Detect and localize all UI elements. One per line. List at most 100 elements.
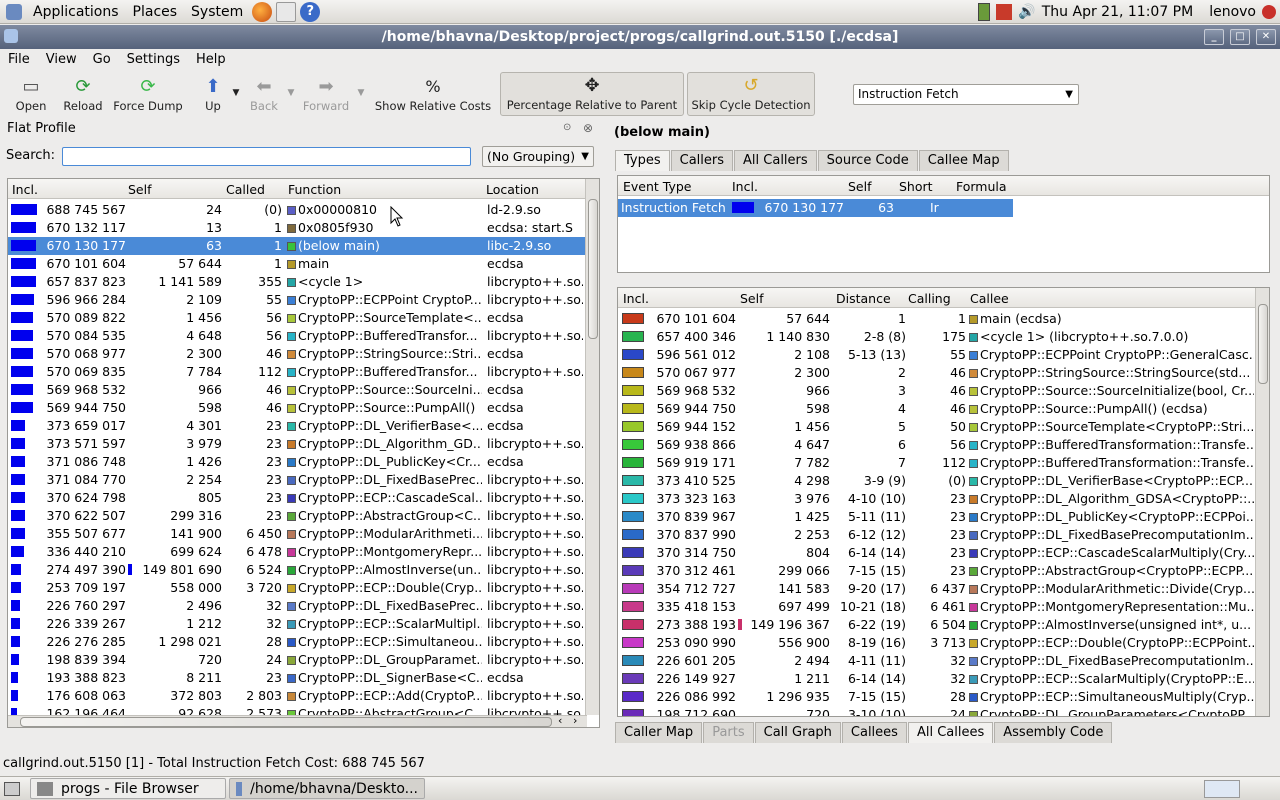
table-row[interactable]: 370 837 990 2 253 6-12 (12) 23 CryptoPP::DL_… (618, 526, 1254, 544)
table-row[interactable]: 226 276 285 1 298 021 28 CryptoPP::ECP::Sim… (8, 633, 599, 651)
table-row[interactable]: 336 440 210 699 624 6 478 CryptoPP::Montgom… (8, 543, 599, 561)
open-button[interactable]: ▭ Open (6, 72, 56, 116)
table-row[interactable]: 569 944 750 598 46 CryptoPP::Source::PumpAl… (8, 399, 599, 417)
close-window-button[interactable]: ✕ (1256, 29, 1276, 45)
event-type-row[interactable]: Instruction Fetch 670 130 177 63 Ir (618, 199, 1013, 217)
col-incl[interactable]: Incl. (732, 179, 758, 194)
table-row[interactable]: 226 149 927 1 211 6-14 (14) 32 CryptoPP::ECP… (618, 670, 1254, 688)
menu-settings[interactable]: Settings (119, 52, 188, 67)
float-icon[interactable]: ⊙ (563, 122, 571, 133)
volume-icon[interactable]: 🔊 (1018, 4, 1035, 20)
flat-hscrollbar[interactable]: ‹ › (8, 714, 587, 727)
table-row[interactable]: 569 968 532 966 3 46 CryptoPP::Source::Sourc… (618, 382, 1254, 400)
table-row[interactable]: 274 497 390 149 801 690 6 524 CryptoPP::Alm… (8, 561, 599, 579)
tab-all-callers[interactable]: All Callers (734, 150, 817, 171)
battery-icon[interactable] (978, 2, 991, 21)
table-row[interactable]: 176 608 063 372 803 2 803 CryptoPP::ECP::Ad… (8, 687, 599, 705)
tab-all-callees[interactable]: All Callees (907, 722, 994, 743)
tab-callers[interactable]: Callers (670, 150, 734, 171)
clock[interactable]: Thu Apr 21, 11:07 PM (1042, 4, 1193, 20)
col-incl[interactable]: Incl. (12, 182, 38, 197)
maximize-button[interactable]: □ (1230, 29, 1250, 45)
table-row[interactable]: 355 507 677 141 900 6 450 CryptoPP::Modular… (8, 525, 599, 543)
window-titlebar[interactable]: /home/bhavna/Desktop/project/progs/callg… (0, 25, 1280, 49)
table-row[interactable]: 570 089 822 1 456 56 CryptoPP::SourceTempla… (8, 309, 599, 327)
table-row[interactable]: 370 312 461 299 066 7-15 (15) 23 CryptoPP::A… (618, 562, 1254, 580)
table-row[interactable]: 193 388 823 8 211 23 CryptoPP::DL_SignerBas… (8, 669, 599, 687)
tab-callees[interactable]: Callees (841, 722, 907, 743)
reload-button[interactable]: ⟳ Reload (56, 72, 110, 116)
table-row[interactable]: 569 944 750 598 4 46 CryptoPP::Source::PumpA… (618, 400, 1254, 418)
table-row[interactable]: 354 712 727 141 583 9-20 (17) 6 437 CryptoPP… (618, 580, 1254, 598)
menu-help[interactable]: Help (188, 52, 234, 67)
user-menu[interactable]: lenovo (1209, 4, 1256, 20)
col-calling[interactable]: Calling (908, 291, 951, 306)
system-menu[interactable]: System (184, 0, 250, 24)
scroll-left-icon[interactable]: ‹ (558, 714, 562, 727)
col-self[interactable]: Self (848, 179, 872, 194)
tab-parts[interactable]: Parts (703, 722, 754, 743)
table-row[interactable]: 370 314 750 804 6-14 (14) 23 CryptoPP::ECP::… (618, 544, 1254, 562)
up-button[interactable]: ⬆ Up (198, 72, 228, 116)
table-row[interactable]: 198 839 394 720 24 CryptoPP::DL_GroupParame… (8, 651, 599, 669)
table-row[interactable]: 371 084 770 2 254 23 CryptoPP::DL_FixedBase… (8, 471, 599, 489)
table-row[interactable]: 370 624 798 805 23 CryptoPP::ECP::CascadeSc… (8, 489, 599, 507)
tab-caller-map[interactable]: Caller Map (615, 722, 703, 743)
table-row[interactable]: 370 622 507 299 316 23 CryptoPP::AbstractGr… (8, 507, 599, 525)
mail-icon[interactable] (276, 1, 297, 22)
scroll-right-icon[interactable]: › (573, 714, 577, 727)
back-button[interactable]: ⬅ Back (244, 72, 284, 116)
col-self[interactable]: Self (740, 291, 764, 306)
flat-hscroll-thumb[interactable] (20, 717, 552, 727)
shutdown-icon[interactable] (1262, 4, 1276, 19)
tab-call-graph[interactable]: Call Graph (754, 722, 841, 743)
table-row[interactable]: 570 068 977 2 300 46 CryptoPP::StringSource… (8, 345, 599, 363)
taskbar-file-browser[interactable]: progs - File Browser (30, 778, 226, 799)
col-incl[interactable]: Incl. (623, 291, 649, 306)
workspace-switcher[interactable] (1204, 779, 1240, 798)
tab-assembly-code[interactable]: Assembly Code (994, 722, 1113, 743)
forward-dropdown[interactable]: ▼ (354, 72, 368, 116)
table-row[interactable]: 253 709 197 558 000 3 720 CryptoPP::ECP::Do… (8, 579, 599, 597)
applications-menu[interactable]: Applications (26, 0, 126, 24)
forward-button[interactable]: ➡ Forward (298, 72, 354, 116)
search-input[interactable] (62, 147, 471, 166)
table-row[interactable]: 670 101 604 57 644 1 main ecdsa (8, 255, 599, 273)
tab-types[interactable]: Types (615, 150, 670, 171)
tab-source-code[interactable]: Source Code (817, 150, 918, 171)
up-dropdown[interactable]: ▼ (228, 72, 244, 116)
firefox-icon[interactable] (252, 1, 273, 22)
minimize-button[interactable]: _ (1204, 29, 1224, 45)
col-formula[interactable]: Formula (956, 179, 1007, 194)
table-row[interactable]: 226 339 267 1 212 32 CryptoPP::ECP::ScalarM… (8, 615, 599, 633)
col-location[interactable]: Location (486, 182, 539, 197)
table-row[interactable]: 373 410 525 4 298 3-9 (9) (0) CryptoPP::DL_V… (618, 472, 1254, 490)
menu-go[interactable]: Go (85, 52, 119, 67)
force-dump-button[interactable]: ⟳ Force Dump (110, 72, 186, 116)
table-row[interactable]: 670 132 117 13 1 0x0805f930 ecdsa: start.S (8, 219, 599, 237)
table-row[interactable]: 596 966 284 2 109 55 CryptoPP::ECPPoint Cry… (8, 291, 599, 309)
col-distance[interactable]: Distance (836, 291, 891, 306)
table-row[interactable]: 570 069 835 7 784 112 CryptoPP::BufferedTra… (8, 363, 599, 381)
flat-vscrollbar[interactable] (585, 179, 599, 715)
menu-file[interactable]: File (0, 52, 38, 67)
skip-cycle-detection-button[interactable]: ↺ Skip Cycle Detection (687, 72, 815, 116)
table-row[interactable]: 569 968 532 966 46 CryptoPP::Source::Source… (8, 381, 599, 399)
col-callee[interactable]: Callee (970, 291, 1009, 306)
table-row[interactable]: 596 561 012 2 108 5-13 (13) 55 CryptoPP::ECP… (618, 346, 1254, 364)
table-row[interactable]: 570 084 535 4 648 56 CryptoPP::BufferedTran… (8, 327, 599, 345)
table-row[interactable]: 688 745 567 24 (0) 0x00000810 ld-2.9.so (8, 201, 599, 219)
places-menu[interactable]: Places (126, 0, 185, 24)
percentage-relative-button[interactable]: ✥ Percentage Relative to Parent (500, 72, 684, 116)
table-row[interactable]: 569 944 152 1 456 5 50 CryptoPP::SourceTempl… (618, 418, 1254, 436)
close-icon[interactable]: ⊗ (583, 121, 593, 135)
table-row[interactable]: 657 400 346 1 140 830 2-8 (8) 175 <cycle 1> … (618, 328, 1254, 346)
table-row[interactable]: 657 837 823 1 141 589 355 <cycle 1> libcrypt… (8, 273, 599, 291)
gnome-foot-icon[interactable] (6, 3, 22, 20)
col-event-type[interactable]: Event Type (623, 179, 692, 194)
show-desktop-icon[interactable] (4, 781, 20, 796)
table-row[interactable]: 226 760 297 2 496 32 CryptoPP::DL_FixedBase… (8, 597, 599, 615)
table-row[interactable]: 273 388 193 149 196 367 6-22 (19) 6 504 Cryp… (618, 616, 1254, 634)
table-row[interactable]: 370 839 967 1 425 5-11 (11) 23 CryptoPP::DL_… (618, 508, 1254, 526)
taskbar-kcachegrind[interactable]: /home/bhavna/Deskto... (229, 778, 425, 799)
